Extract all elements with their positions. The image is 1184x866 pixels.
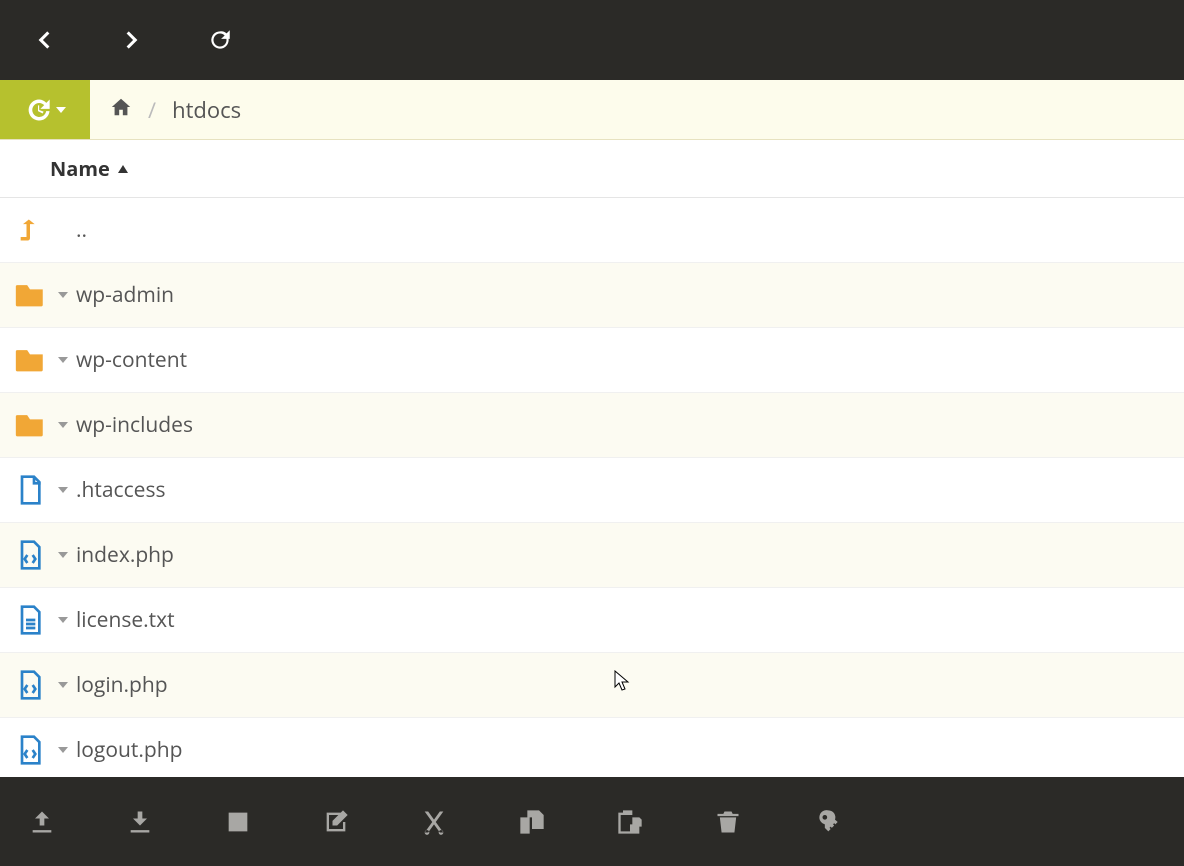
cut-button[interactable] bbox=[418, 806, 450, 838]
folder-row[interactable]: wp-content bbox=[0, 328, 1184, 393]
entry-name: .. bbox=[76, 216, 87, 244]
column-header-label: Name bbox=[50, 155, 110, 182]
text-icon bbox=[10, 604, 50, 636]
row-actions-caret-icon[interactable] bbox=[58, 357, 68, 363]
edit-button[interactable] bbox=[320, 806, 352, 838]
folder-row[interactable]: wp-includes bbox=[0, 393, 1184, 458]
entry-name: license.txt bbox=[76, 606, 175, 634]
file-row[interactable]: .htaccess bbox=[0, 458, 1184, 523]
entry-name: wp-includes bbox=[76, 411, 193, 439]
entry-name: index.php bbox=[76, 541, 174, 569]
paste-button[interactable] bbox=[614, 806, 646, 838]
folder-icon bbox=[10, 343, 50, 377]
entry-name: wp-content bbox=[76, 346, 187, 374]
copy-button[interactable] bbox=[516, 806, 548, 838]
sort-ascending-icon bbox=[118, 165, 128, 173]
file-row[interactable]: logout.php bbox=[0, 718, 1184, 783]
breadcrumb-segment[interactable]: htdocs bbox=[172, 95, 241, 125]
forward-button[interactable] bbox=[118, 26, 146, 54]
refresh-button[interactable] bbox=[206, 26, 234, 54]
entry-name: logout.php bbox=[76, 736, 182, 764]
folder-icon bbox=[10, 278, 50, 312]
history-dropdown-button[interactable] bbox=[0, 80, 90, 139]
row-actions-caret-icon[interactable] bbox=[58, 682, 68, 688]
column-header-name[interactable]: Name bbox=[0, 140, 1184, 198]
breadcrumb: / htdocs bbox=[90, 80, 241, 139]
up-icon bbox=[10, 216, 50, 244]
code-icon bbox=[10, 669, 50, 701]
file-list: .. wp-admin wp-content wp-includes .htaccess… bbox=[0, 198, 1184, 783]
file-row[interactable]: index.php bbox=[0, 523, 1184, 588]
breadcrumb-separator: / bbox=[148, 95, 156, 125]
entry-name: wp-admin bbox=[76, 281, 174, 309]
entry-name: login.php bbox=[76, 671, 168, 699]
code-icon bbox=[10, 734, 50, 766]
back-button[interactable] bbox=[30, 26, 58, 54]
home-icon[interactable] bbox=[110, 95, 132, 125]
parent-dir-row[interactable]: .. bbox=[0, 198, 1184, 263]
new-button[interactable] bbox=[222, 806, 254, 838]
entry-name: .htaccess bbox=[76, 476, 165, 504]
caret-down-icon bbox=[56, 107, 66, 113]
row-actions-caret-icon[interactable] bbox=[58, 747, 68, 753]
top-toolbar bbox=[0, 0, 1184, 80]
code-icon bbox=[10, 539, 50, 571]
row-actions-caret-icon[interactable] bbox=[58, 487, 68, 493]
file-icon bbox=[10, 474, 50, 506]
row-actions-caret-icon[interactable] bbox=[58, 552, 68, 558]
row-actions-caret-icon[interactable] bbox=[58, 617, 68, 623]
breadcrumb-bar: / htdocs bbox=[0, 80, 1184, 140]
upload-button[interactable] bbox=[26, 806, 58, 838]
download-button[interactable] bbox=[124, 806, 156, 838]
file-row[interactable]: login.php bbox=[0, 653, 1184, 718]
row-actions-caret-icon[interactable] bbox=[58, 292, 68, 298]
folder-icon bbox=[10, 408, 50, 442]
bottom-toolbar bbox=[0, 777, 1184, 866]
row-actions-caret-icon[interactable] bbox=[58, 422, 68, 428]
file-row[interactable]: license.txt bbox=[0, 588, 1184, 653]
delete-button[interactable] bbox=[712, 806, 744, 838]
folder-row[interactable]: wp-admin bbox=[0, 263, 1184, 328]
permissions-button[interactable] bbox=[810, 806, 842, 838]
